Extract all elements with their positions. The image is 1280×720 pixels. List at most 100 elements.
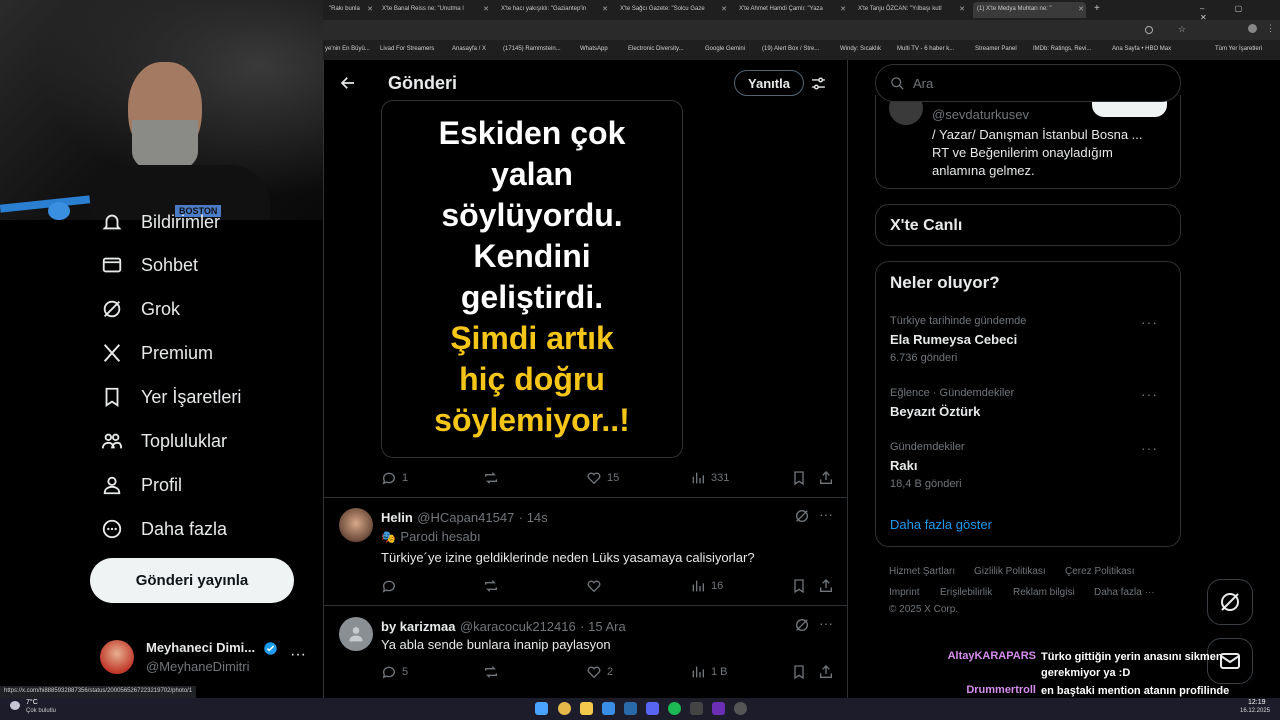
- retweet-action[interactable]: [483, 578, 499, 594]
- more-dots-icon[interactable]: ···: [819, 506, 833, 522]
- epic-games-icon[interactable]: [690, 702, 703, 715]
- obs-icon[interactable]: [734, 702, 747, 715]
- reply-action[interactable]: 5: [381, 664, 408, 680]
- views-action[interactable]: 16: [690, 578, 723, 594]
- footer-link[interactable]: Reklam bilgisi: [1013, 587, 1075, 598]
- search-input[interactable]: Ara: [913, 76, 933, 91]
- bookmark[interactable]: Windy: Sıcaklık: [840, 46, 881, 52]
- more-dots-icon[interactable]: ···: [1141, 314, 1158, 330]
- live-card[interactable]: X'te Canlı: [875, 204, 1181, 246]
- bookmark[interactable]: Google Gemini: [705, 46, 745, 52]
- back-arrow-icon[interactable]: [339, 74, 357, 92]
- reply-author-name[interactable]: by karizmaa: [381, 619, 455, 634]
- like-action[interactable]: [586, 578, 602, 594]
- share-action[interactable]: [818, 664, 834, 680]
- app-icon[interactable]: [712, 702, 725, 715]
- retweet-action[interactable]: [483, 470, 499, 486]
- windows-start-icon[interactable]: [535, 702, 548, 715]
- post-button[interactable]: Gönderi yayınla: [90, 558, 294, 603]
- star-icon[interactable]: ☆: [1178, 24, 1186, 35]
- bookmark[interactable]: WhatsApp: [580, 46, 608, 52]
- browser-tab[interactable]: X'te Tanju ÖZCAN: "Yılbaşı kutl ✕: [854, 2, 967, 18]
- bookmark-action[interactable]: [791, 578, 807, 594]
- reply-time[interactable]: · 15 Ara: [580, 619, 626, 634]
- profile-icon[interactable]: [1248, 24, 1257, 33]
- nav-notifications[interactable]: Bildirimler: [100, 207, 220, 237]
- quote-image[interactable]: Eskiden çok yalan söylüyordu. Kendini ge…: [381, 100, 683, 458]
- more-dots-icon[interactable]: ···: [819, 615, 833, 631]
- footer-link[interactable]: Erişilebilirlik: [940, 587, 992, 598]
- spotify-icon[interactable]: [668, 702, 681, 715]
- share-action[interactable]: [818, 578, 834, 594]
- views-action[interactable]: 331: [690, 470, 729, 486]
- retweet-action[interactable]: [483, 664, 499, 680]
- trend-item[interactable]: Gündemdekiler Rakı 18,4 B gönderi ···: [876, 438, 1180, 498]
- trend-item[interactable]: Eğlence · Gündemdekiler Beyazıt Öztürk ·…: [876, 384, 1180, 428]
- close-icon[interactable]: ✕: [959, 5, 965, 13]
- nav-grok[interactable]: Grok: [100, 294, 180, 324]
- bookmark[interactable]: Streamer Panel: [975, 46, 1017, 52]
- reply-button[interactable]: Yanıtla: [734, 70, 804, 96]
- trend-item[interactable]: Türkiye tarihinde gündemde Ela Rumeysa C…: [876, 312, 1180, 372]
- browser-tab[interactable]: "Rakı bunla ✕: [325, 2, 375, 18]
- close-icon[interactable]: ✕: [367, 5, 373, 13]
- new-tab-icon[interactable]: +: [1094, 3, 1100, 14]
- bookmark[interactable]: Livad For Streamers: [380, 46, 434, 52]
- nav-premium[interactable]: Premium: [100, 338, 213, 368]
- close-icon[interactable]: ✕: [840, 5, 846, 13]
- account-switcher[interactable]: Meyhaneci Dimi... @MeyhaneDimitri ···: [100, 638, 320, 678]
- browser-tab-active[interactable]: (1) X'te Medya Muhtarı ne: " ✕: [973, 2, 1086, 18]
- filter-sliders-icon[interactable]: [810, 75, 827, 92]
- footer-link[interactable]: Daha fazla ···: [1094, 587, 1155, 598]
- app-icon[interactable]: [602, 702, 615, 715]
- close-icon[interactable]: ✕: [1078, 5, 1084, 13]
- nav-profile[interactable]: Profil: [100, 470, 182, 500]
- more-dots-icon[interactable]: ···: [290, 646, 306, 664]
- bookmark-action[interactable]: [791, 470, 807, 486]
- discord-icon[interactable]: [646, 702, 659, 715]
- close-icon[interactable]: ✕: [721, 5, 727, 13]
- browser-tab[interactable]: X'te Sağcı Gazete: "Solcu Gaze ✕: [616, 2, 729, 18]
- grok-fab[interactable]: [1207, 579, 1253, 625]
- bookmark[interactable]: IMDb: Ratings, Revi...: [1033, 46, 1091, 52]
- search-box[interactable]: Ara: [875, 64, 1181, 102]
- bookmark[interactable]: (19) Alert Box / Stre...: [762, 46, 819, 52]
- nav-bookmarks[interactable]: Yer İşaretleri: [100, 382, 241, 412]
- bookmark[interactable]: Electronic Diversity...: [628, 46, 684, 52]
- browser-tab[interactable]: X'te hacı yakışıklı: "Gaziantep'in ✕: [497, 2, 610, 18]
- footer-link[interactable]: Çerez Politikası: [1065, 566, 1134, 577]
- bookmark[interactable]: Ana Sayfa • HBO Max: [1112, 46, 1171, 52]
- close-icon[interactable]: ✕: [483, 5, 489, 13]
- reply-time[interactable]: · 14s: [519, 510, 548, 525]
- bookmark-action[interactable]: [791, 664, 807, 680]
- like-action[interactable]: 15: [586, 470, 619, 486]
- show-more-link[interactable]: Daha fazla göster: [890, 517, 992, 532]
- browser-tab[interactable]: X'te Ahmet Hamdi Çamlı: "Yaza ✕: [735, 2, 848, 18]
- nav-communities[interactable]: Topluluklar: [100, 426, 227, 456]
- share-action[interactable]: [818, 470, 834, 486]
- reply-action[interactable]: 1: [381, 470, 408, 486]
- reply-tweet[interactable]: Helin @HCapan41547 · 14s 🎭 Parodi hesabı…: [324, 498, 847, 605]
- nav-more[interactable]: Daha fazla: [100, 514, 227, 544]
- grok-icon[interactable]: [794, 508, 810, 524]
- reply-author-handle[interactable]: @HCapan41547: [417, 510, 514, 525]
- suggested-handle[interactable]: @sevdaturkusev: [932, 107, 1029, 122]
- steam-icon[interactable]: [624, 702, 637, 715]
- close-icon[interactable]: ✕: [602, 5, 608, 13]
- footer-link[interactable]: Imprint: [889, 587, 920, 598]
- footer-link[interactable]: Hizmet Şartları: [889, 566, 955, 577]
- browser-tab[interactable]: X'te Banal Reiss ne: "Unutma l ✕: [378, 2, 491, 18]
- bookmark[interactable]: Anasayfa / X: [452, 46, 486, 52]
- reply-tweet[interactable]: by karizmaa @karacocuk212416 · 15 Ara Ya…: [324, 606, 847, 700]
- like-action[interactable]: 2: [586, 664, 613, 680]
- reply-author-handle[interactable]: @karacocuk212416: [460, 619, 576, 634]
- more-dots-icon[interactable]: ···: [1141, 386, 1158, 402]
- bookmark[interactable]: ye'nin En Büyü...: [325, 46, 370, 52]
- more-dots-icon[interactable]: ···: [1141, 440, 1158, 456]
- file-explorer-icon[interactable]: [580, 702, 593, 715]
- chrome-icon[interactable]: [558, 702, 571, 715]
- bookmark[interactable]: Multi TV - 6 haber k...: [897, 46, 954, 52]
- menu-icon[interactable]: ⋮: [1266, 23, 1275, 34]
- bookmark[interactable]: (17145) Rammstein...: [503, 46, 561, 52]
- nav-chat[interactable]: Sohbet: [100, 250, 198, 280]
